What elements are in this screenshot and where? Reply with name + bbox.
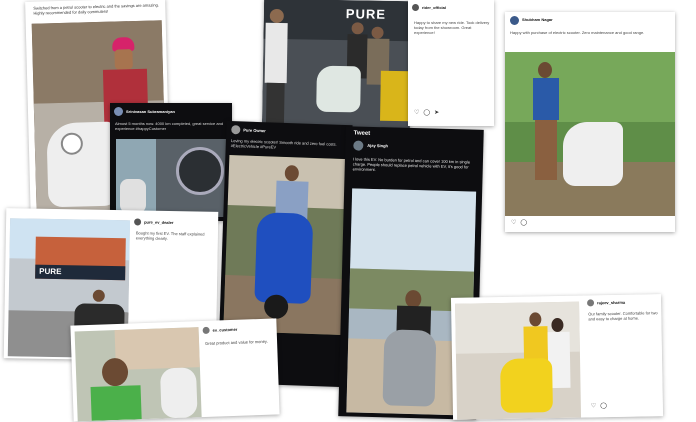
- share-icon[interactable]: ➤: [434, 110, 439, 116]
- scooter-image: [159, 367, 198, 419]
- post-text: Happy to share my new ride. Took deliver…: [414, 20, 490, 35]
- comment-icon[interactable]: ◯: [423, 110, 430, 116]
- store-sign: PURE: [39, 266, 62, 277]
- post-actions: ♡ ◯: [511, 220, 527, 226]
- post-handle: rider_official: [422, 5, 447, 10]
- tweet-handle: Ajay Singh: [367, 142, 389, 149]
- post-card-top-right: Shubham Nagar Happy with purchase of ele…: [505, 12, 675, 232]
- comment-icon[interactable]: ◯: [520, 220, 527, 226]
- tweet-title: Tweet: [353, 130, 371, 137]
- post-photo: [223, 155, 348, 336]
- post-handle: rajeev_sharma: [597, 299, 626, 306]
- post-handle: Shubham Nagar: [522, 17, 553, 22]
- post-handle: pure_ev_dealer: [144, 219, 174, 226]
- post-text: Great product and value for money.: [205, 338, 268, 346]
- scooter-image: [382, 329, 437, 407]
- scooter-image: [46, 121, 119, 208]
- avatar: [134, 218, 142, 226]
- post-card-top-comments: rider_official Happy to share my new rid…: [408, 0, 494, 126]
- post-actions: ♡ ◯ ➤: [414, 110, 439, 116]
- post-actions: ♡ ◯: [591, 403, 607, 409]
- heart-icon[interactable]: ♡: [511, 220, 516, 226]
- post-handle: ev_customer: [212, 326, 238, 333]
- heart-icon[interactable]: ♡: [591, 403, 596, 409]
- avatar: [353, 140, 364, 151]
- brand-logo: PURE: [345, 6, 387, 22]
- scooter-image: [316, 65, 361, 113]
- tweet-text: I love this EV. No burden for petrol and…: [352, 156, 471, 173]
- comment-icon[interactable]: ◯: [600, 403, 607, 409]
- post-card-top-mid: PURE: [261, 0, 413, 130]
- post-card-dark-dashboard: Srinivasan Subramaniyan Almost 5 months …: [110, 103, 232, 221]
- post-photo: [505, 52, 675, 216]
- avatar: [202, 326, 210, 335]
- avatar: [114, 107, 123, 116]
- post-card-bottom-left: ev_customer Great product and value for …: [70, 318, 280, 422]
- post-text: Almost 5 months now. 4000 km completed, …: [115, 121, 224, 131]
- post-text: Our family scooter. Comfortable for two …: [588, 310, 658, 322]
- post-text: Happy with purchase of electric scooter.…: [510, 30, 645, 35]
- avatar: [510, 16, 519, 25]
- post-photo: [455, 301, 582, 420]
- avatar: [412, 4, 419, 11]
- scooter-image: [563, 122, 623, 186]
- scooter-image: [500, 358, 553, 413]
- avatar: [587, 299, 595, 307]
- post-caption: Switched from a petrol scooter to electr…: [33, 2, 159, 16]
- showroom-photo: PURE: [261, 0, 413, 130]
- post-handle: Srinivasan Subramaniyan: [126, 109, 175, 114]
- scooter-image: [254, 212, 314, 304]
- post-text: Bought my first EV. The staff explained …: [135, 230, 205, 241]
- post-text: Loving my electric scooter! Smooth ride …: [230, 138, 337, 150]
- dashboard-photo: [116, 139, 226, 217]
- post-photo: [74, 327, 202, 422]
- heart-icon[interactable]: ♡: [414, 110, 419, 116]
- post-handle: Pure Owner: [243, 127, 266, 134]
- avatar: [231, 125, 241, 135]
- post-card-bottom-right: rajeev_sharma Our family scooter. Comfor…: [450, 294, 664, 420]
